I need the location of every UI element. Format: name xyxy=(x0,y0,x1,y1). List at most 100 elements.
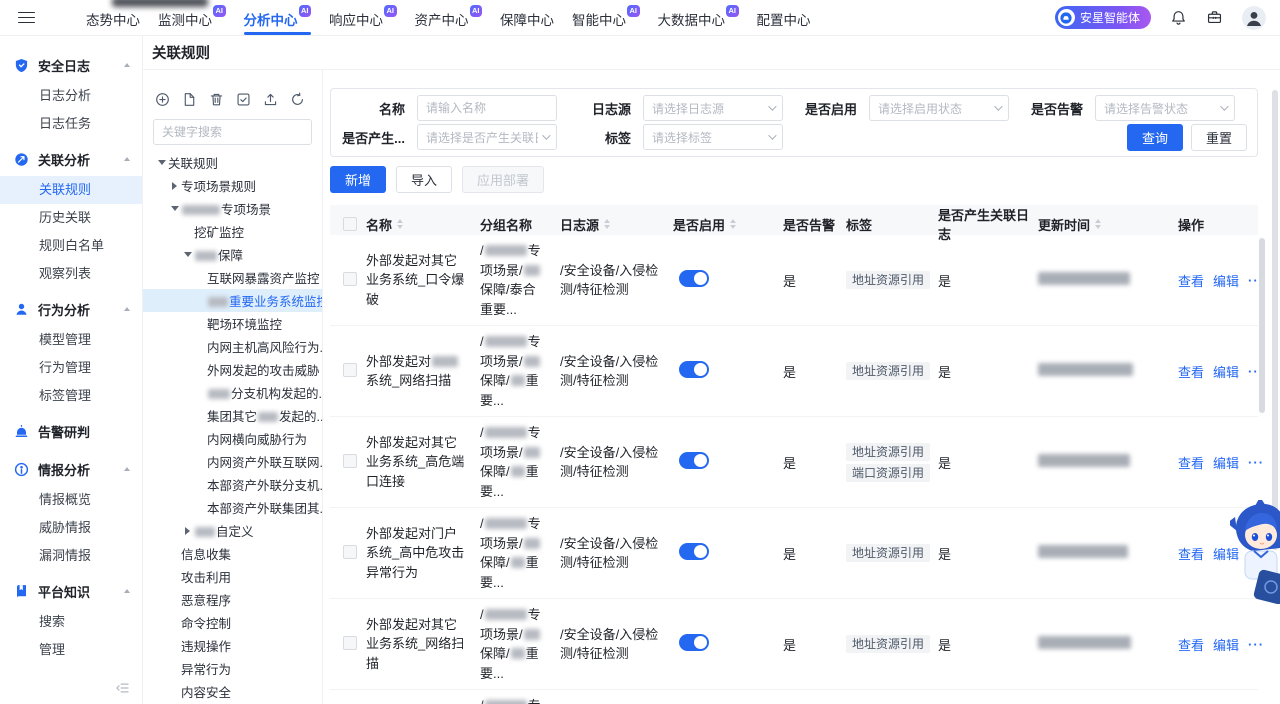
sidebar-item[interactable]: 情报概览 xyxy=(0,486,142,514)
enable-toggle[interactable] xyxy=(679,452,709,469)
view-link[interactable]: 查看 xyxy=(1178,271,1204,290)
apps-toolbox-icon[interactable] xyxy=(1206,9,1223,26)
tree-node[interactable]: 内网资产外联互联网... xyxy=(143,450,322,473)
nav-tab[interactable]: 智能中心AI xyxy=(563,0,649,35)
collapse-sidebar-icon[interactable] xyxy=(115,682,129,694)
sort-icon[interactable] xyxy=(730,219,736,229)
tree-node[interactable]: 攻击利用 xyxy=(143,565,322,588)
nav-tab[interactable]: 响应中心AI xyxy=(320,0,406,35)
caret-right-icon[interactable] xyxy=(168,182,181,190)
tree-node[interactable]: 专项场景 xyxy=(143,197,322,220)
row-checkbox[interactable] xyxy=(343,363,357,377)
tree-node[interactable]: 本部资产外联集团其... xyxy=(143,496,322,519)
tree-node[interactable]: 本部资产外联分支机... xyxy=(143,473,322,496)
sidebar-section-header[interactable]: 安全日志 xyxy=(0,48,142,82)
alert-filter-select[interactable]: 请选择告警状态 xyxy=(1095,95,1235,121)
deploy-button[interactable]: 应用部署 xyxy=(462,166,544,193)
enable-toggle[interactable] xyxy=(679,270,709,287)
sidebar-item[interactable]: 观察列表 xyxy=(0,260,142,288)
add-circle-icon[interactable] xyxy=(155,92,170,107)
caret-down-icon[interactable] xyxy=(181,252,194,257)
new-file-icon[interactable] xyxy=(182,92,197,107)
tree-search-input[interactable] xyxy=(153,119,312,145)
nav-tab[interactable]: 分析中心AI xyxy=(235,0,321,35)
tree-node[interactable]: 专项场景规则 xyxy=(143,174,322,197)
refresh-icon[interactable] xyxy=(290,92,305,107)
edit-link[interactable]: 编辑 xyxy=(1213,362,1239,381)
enable-toggle[interactable] xyxy=(679,361,709,378)
caret-down-icon[interactable] xyxy=(168,206,181,211)
reset-button[interactable]: 重置 xyxy=(1191,124,1247,151)
more-actions-link[interactable]: ··· xyxy=(1248,637,1264,652)
import-button[interactable]: 导入 xyxy=(396,166,452,193)
caret-down-icon[interactable] xyxy=(155,160,168,165)
tree-node[interactable]: 信息收集 xyxy=(143,542,322,565)
tree-node[interactable]: 自定义 xyxy=(143,519,322,542)
sort-icon[interactable] xyxy=(604,219,610,229)
sidebar-item[interactable]: 标签管理 xyxy=(0,382,142,410)
sidebar-item[interactable]: 历史关联 xyxy=(0,204,142,232)
tree-node[interactable]: 保障 xyxy=(143,243,322,266)
sort-icon[interactable] xyxy=(1095,219,1101,229)
sidebar-section-header[interactable]: 情报分析 xyxy=(0,452,142,486)
edit-link[interactable]: 编辑 xyxy=(1213,271,1239,290)
tree-node[interactable]: 挖矿监控 xyxy=(143,220,322,243)
row-checkbox[interactable] xyxy=(343,636,357,650)
sidebar-item[interactable]: 威胁情报 xyxy=(0,514,142,542)
tree-node[interactable]: 异常行为 xyxy=(143,657,322,680)
hamburger-menu-icon[interactable] xyxy=(18,12,35,24)
view-link[interactable]: 查看 xyxy=(1178,453,1204,472)
query-button[interactable]: 查询 xyxy=(1127,124,1183,151)
tree-node[interactable]: 靶场环境监控 xyxy=(143,312,322,335)
caret-right-icon[interactable] xyxy=(181,527,194,535)
select-all-checkbox[interactable] xyxy=(343,217,357,231)
enable-toggle[interactable] xyxy=(679,543,709,560)
view-link[interactable]: 查看 xyxy=(1178,635,1204,654)
tree-node[interactable]: 集团其它发起的... xyxy=(143,404,322,427)
tree-node[interactable]: 互联网暴露资产监控 xyxy=(143,266,322,289)
edit-link[interactable]: 编辑 xyxy=(1213,453,1239,472)
tree-node[interactable]: 内网主机高风险行为... xyxy=(143,335,322,358)
edit-link[interactable]: 编辑 xyxy=(1213,635,1239,654)
row-checkbox[interactable] xyxy=(343,272,357,286)
tree-node[interactable]: 外网发起的攻击威胁 xyxy=(143,358,322,381)
sidebar-section-header[interactable]: 关联分析 xyxy=(0,142,142,176)
user-avatar[interactable] xyxy=(1242,6,1266,30)
enabled-filter-select[interactable]: 请选择启用状态 xyxy=(869,95,1009,121)
sidebar-item[interactable]: 日志分析 xyxy=(0,82,142,110)
row-checkbox[interactable] xyxy=(343,545,357,559)
sidebar-section-header[interactable]: 告警研判 xyxy=(0,414,142,448)
sidebar-item[interactable]: 关联规则 xyxy=(0,176,142,204)
assistant-mascot[interactable] xyxy=(1230,500,1280,604)
sidebar-item[interactable]: 漏洞情报 xyxy=(0,542,142,570)
table-scrollbar[interactable] xyxy=(1259,238,1265,413)
sidebar-item[interactable]: 日志任务 xyxy=(0,110,142,138)
upload-icon[interactable] xyxy=(263,92,278,107)
nav-tab[interactable]: 资产中心AI xyxy=(406,0,492,35)
tree-node[interactable]: 关联规则 xyxy=(143,151,322,174)
sidebar-item[interactable]: 规则白名单 xyxy=(0,232,142,260)
sidebar-item[interactable]: 管理 xyxy=(0,636,142,664)
tree-node[interactable]: 分支机构发起的... xyxy=(143,381,322,404)
view-link[interactable]: 查看 xyxy=(1178,544,1204,563)
nav-tab[interactable]: 配置中心 xyxy=(748,0,820,35)
logsource-filter-select[interactable]: 请选择日志源 xyxy=(643,95,783,121)
sidebar-section-header[interactable]: 行为分析 xyxy=(0,292,142,326)
nav-tab[interactable]: 保障中心 xyxy=(491,0,563,35)
enable-toggle[interactable] xyxy=(679,634,709,651)
add-button[interactable]: 新增 xyxy=(330,166,386,193)
sidebar-item[interactable]: 搜索 xyxy=(0,608,142,636)
tree-node[interactable]: 内容安全 xyxy=(143,680,322,703)
sidebar-item[interactable]: 模型管理 xyxy=(0,326,142,354)
tree-node[interactable]: 内网横向威胁行为 xyxy=(143,427,322,450)
produce-log-filter-select[interactable]: 请选择是否产生关联日志 xyxy=(417,124,557,150)
sidebar-section-header[interactable]: 平台知识 xyxy=(0,574,142,608)
nav-tab[interactable]: 态势中心 xyxy=(77,0,149,35)
view-link[interactable]: 查看 xyxy=(1178,362,1204,381)
page-scrollbar[interactable] xyxy=(1272,90,1278,550)
delete-icon[interactable] xyxy=(209,92,224,107)
row-checkbox[interactable] xyxy=(343,454,357,468)
tree-node[interactable]: 恶意程序 xyxy=(143,588,322,611)
tree-node[interactable]: 命令控制 xyxy=(143,611,322,634)
nav-tab[interactable]: 监测中心AI xyxy=(149,0,235,35)
